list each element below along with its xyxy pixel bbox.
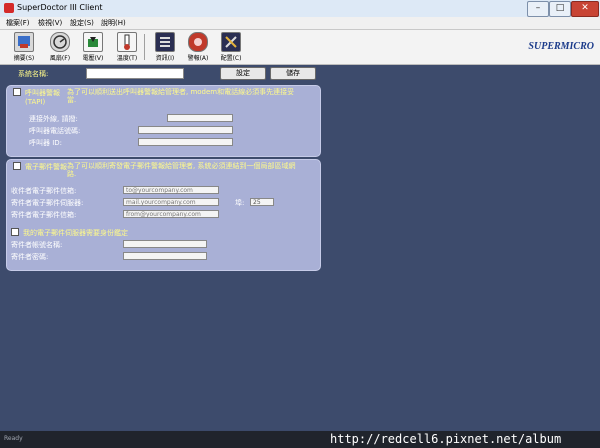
close-button[interactable]: ✕: [571, 1, 599, 17]
save-button[interactable]: 儲存: [270, 67, 316, 80]
minimize-button[interactable]: –: [527, 1, 549, 17]
email-alarm-checkbox[interactable]: [13, 162, 21, 170]
voltage-button[interactable]: 電壓(V): [82, 32, 104, 62]
config-button[interactable]: 配置(C): [220, 32, 242, 62]
auth-required-checkbox[interactable]: [11, 228, 19, 236]
pager-description: 為了可以順利送出呼叫器警報給管理者, modem和電話線必須事先連接妥當.: [67, 88, 295, 104]
sender-password-input[interactable]: [123, 252, 207, 260]
pager-dial-input[interactable]: [167, 114, 233, 122]
email-header: 電子郵件警報: [13, 162, 67, 172]
info-label: 資訊(I): [155, 55, 175, 62]
temperature-icon: [117, 32, 137, 52]
config-icon: [221, 32, 241, 52]
system-name-label: 系統名稱:: [18, 70, 49, 78]
auth-required-label: 我的電子郵件伺服器需要身份鑑定: [23, 229, 128, 237]
watermark-url: http://redcell6.pixnet.net/album: [330, 432, 562, 446]
alarm-button[interactable]: 警報(A): [187, 32, 209, 62]
title-bar: SuperDoctor III Client – □ ✕: [0, 0, 600, 18]
pager-id-label: 呼叫器 ID:: [29, 139, 63, 147]
pager-id-input[interactable]: [138, 138, 233, 146]
summary-label: 摘要(S): [13, 55, 35, 62]
fan-button[interactable]: 風扇(F): [49, 32, 71, 62]
menu-view[interactable]: 檢視(V): [38, 18, 62, 28]
sender-email-input[interactable]: from@yourcompany.com: [123, 210, 219, 218]
temperature-button[interactable]: 溫度(T): [116, 32, 138, 62]
email-description: 為了可以順利寄發電子郵件警報給管理者, 系統必須連結到一個局部區域網路.: [67, 162, 296, 178]
pager-number-label: 呼叫器電話號碼:: [29, 127, 81, 135]
recipient-email-input[interactable]: to@yourcompany.com: [123, 186, 219, 194]
temperature-label: 溫度(T): [116, 55, 138, 62]
summary-icon: [14, 32, 34, 52]
info-button[interactable]: 資訊(I): [154, 32, 176, 62]
voltage-icon: [83, 32, 103, 52]
content-area: 系統名稱: 設定 儲存 呼叫器警報 (TAPI) 為了可以順利送出呼叫器警報給管…: [0, 65, 600, 430]
menu-help[interactable]: 說明(H): [101, 18, 126, 28]
menu-settings[interactable]: 設定(S): [70, 18, 94, 28]
recipient-email-label: 收件者電子郵件信箱:: [11, 187, 77, 195]
account-name-label: 寄件者帳號名稱:: [11, 241, 63, 249]
sender-password-label: 寄件者密碼:: [11, 253, 49, 261]
system-name-input[interactable]: [86, 68, 184, 79]
pager-dial-label: 連接外線, 請撥:: [29, 115, 78, 123]
pager-header: 呼叫器警報 (TAPI): [13, 88, 73, 106]
alarm-label: 警報(A): [187, 55, 209, 62]
auth-row: 我的電子郵件伺服器需要身份鑑定: [11, 228, 128, 238]
status-text: Ready: [4, 435, 23, 442]
pager-header-label: 呼叫器警報 (TAPI): [25, 89, 60, 106]
email-header-label: 電子郵件警報: [25, 163, 67, 171]
summary-button[interactable]: 摘要(S): [13, 32, 35, 62]
maximize-button[interactable]: □: [549, 1, 571, 17]
alarm-icon: [188, 32, 208, 52]
pager-alarm-checkbox[interactable]: [13, 88, 21, 96]
smtp-server-input[interactable]: mail.yourcompany.com: [123, 198, 219, 206]
window-title: SuperDoctor III Client: [17, 3, 103, 12]
status-bar: Ready http://redcell6.pixnet.net/album: [0, 431, 600, 448]
sender-email-label: 寄件者電子郵件信箱:: [11, 211, 77, 219]
info-icon: [155, 32, 175, 52]
app-icon: [4, 3, 14, 13]
email-alarm-panel: 電子郵件警報 為了可以順利寄發電子郵件警報給管理者, 系統必須連結到一個局部區域…: [6, 159, 321, 271]
pager-number-input[interactable]: [138, 126, 233, 134]
fan-label: 風扇(F): [49, 55, 71, 62]
toolbar-separator: [144, 34, 145, 60]
pager-alarm-panel: 呼叫器警報 (TAPI) 為了可以順利送出呼叫器警報給管理者, modem和電話…: [6, 85, 321, 157]
port-input[interactable]: 25: [250, 198, 274, 206]
account-name-input[interactable]: [123, 240, 207, 248]
menu-file[interactable]: 檔案(F): [6, 18, 30, 28]
menu-bar: 檔案(F) 檢視(V) 設定(S) 說明(H): [0, 17, 600, 30]
set-button[interactable]: 設定: [220, 67, 266, 80]
supermicro-logo: SUPERMICRO: [528, 41, 594, 52]
fan-icon: [50, 32, 70, 52]
toolbar: 摘要(S) 風扇(F) 電壓(V) 溫度(T) 資訊(I) 警報(A) 配置(C…: [0, 30, 600, 65]
port-label: 埠:: [235, 199, 245, 207]
smtp-server-label: 寄件者電子郵件伺服器:: [11, 199, 84, 207]
config-label: 配置(C): [220, 55, 242, 62]
voltage-label: 電壓(V): [82, 55, 104, 62]
